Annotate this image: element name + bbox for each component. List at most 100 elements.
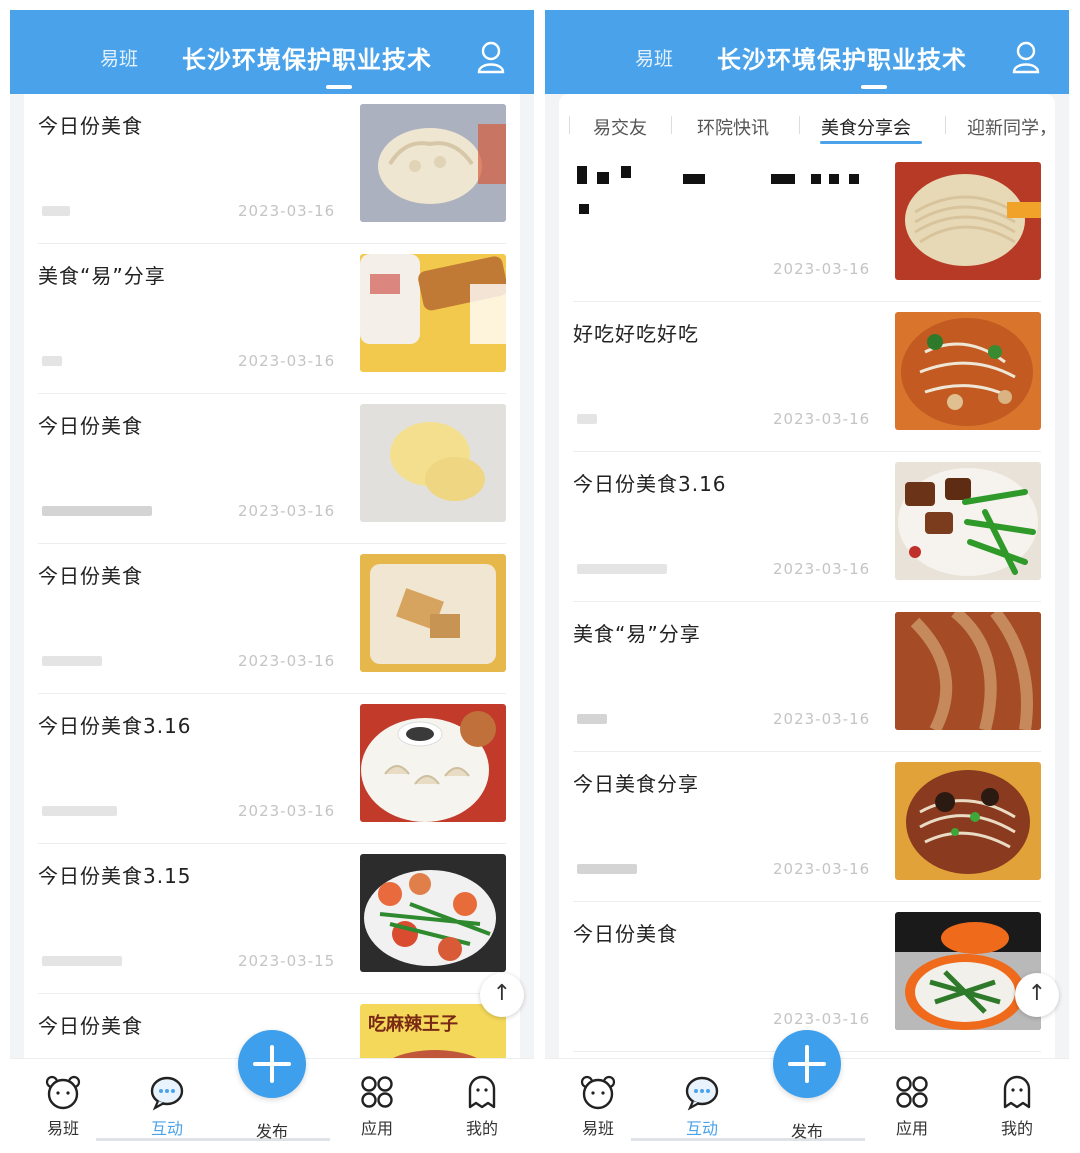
list-item[interactable]: 今日份美食3.16 2023-03-16 xyxy=(573,452,1041,602)
phone-screen-left: 易班 长沙环境保护职业技术 今日份美食 2023-03-16 美食“易”分享 2… xyxy=(10,10,534,1153)
post-title: 今日份美食3.16 xyxy=(38,714,192,738)
author-redacted xyxy=(42,956,122,966)
nav-label: 应用 xyxy=(895,1119,928,1138)
nav-label: 易班 xyxy=(46,1119,79,1138)
arrow-up-icon: ↑ xyxy=(492,981,512,1006)
list-item[interactable]: 今日份美食 2023-03-16 xyxy=(38,394,506,544)
post-thumbnail xyxy=(895,762,1041,880)
publish-label: 发布 xyxy=(255,1122,288,1141)
user-icon[interactable] xyxy=(1011,40,1041,74)
tab-divider xyxy=(671,116,672,134)
publish-button[interactable] xyxy=(773,1030,841,1098)
publish-button[interactable] xyxy=(238,1030,306,1098)
nav-label: 应用 xyxy=(360,1119,393,1138)
apps-grid-icon xyxy=(896,1076,928,1108)
active-tab-underline xyxy=(820,141,922,144)
nav-item-hudong[interactable]: 互动 xyxy=(132,1073,202,1139)
tab-welcome[interactable]: 迎新同学， xyxy=(967,114,1055,140)
top-header: 易班 长沙环境保护职业技术 xyxy=(10,10,534,94)
post-thumbnail xyxy=(360,554,506,672)
nav-item-yiban[interactable]: 易班 xyxy=(563,1073,633,1139)
category-tabs: 易交友 环院快讯 美食分享会 迎新同学， xyxy=(559,94,1055,152)
author-redacted xyxy=(42,806,117,816)
post-date: 2023-03-16 xyxy=(238,352,336,370)
publish-label: 发布 xyxy=(790,1122,823,1141)
bear-icon xyxy=(45,1075,81,1110)
header-tab-school[interactable]: 长沙环境保护职业技术 xyxy=(182,40,432,75)
nav-item-wode[interactable]: 我的 xyxy=(982,1073,1052,1139)
tab-food-share[interactable]: 美食分享会 xyxy=(821,114,911,140)
apps-grid-icon xyxy=(361,1076,393,1108)
post-thumbnail xyxy=(360,104,506,222)
list-item[interactable]: 今日份美食 2023-03-16 xyxy=(38,544,506,694)
post-date: 2023-03-16 xyxy=(773,710,871,728)
post-title: 今日份美食 xyxy=(38,1014,143,1038)
post-thumbnail xyxy=(360,254,506,372)
plus-icon xyxy=(253,1045,291,1083)
nav-item-yingyong[interactable]: 应用 xyxy=(342,1073,412,1139)
post-title: 今日份美食 xyxy=(573,922,678,946)
arrow-up-icon: ↑ xyxy=(1027,981,1047,1006)
post-title: 美食“易”分享 xyxy=(38,264,166,288)
post-title: 今日份美食 xyxy=(38,114,143,138)
post-date: 2023-03-16 xyxy=(773,1010,871,1028)
list-item[interactable]: 今日份美食3.16 2023-03-16 xyxy=(38,694,506,844)
post-title: 今日份美食3.16 xyxy=(573,472,727,496)
post-date: 2023-03-16 xyxy=(238,502,336,520)
back-to-top-button[interactable]: ↑ xyxy=(480,973,524,1017)
list-item[interactable]: 美食“易”分享 2023-03-16 xyxy=(38,244,506,394)
list-item[interactable]: 今日份美食 2023-03-16 xyxy=(38,94,506,244)
nav-label: 我的 xyxy=(465,1119,498,1138)
author-redacted xyxy=(42,206,70,216)
title-redacted xyxy=(577,166,859,214)
post-thumbnail xyxy=(895,462,1041,580)
post-date: 2023-03-16 xyxy=(238,652,336,670)
header-tab-yiban[interactable]: 易班 xyxy=(635,44,673,71)
chat-bubble-icon xyxy=(685,1076,719,1111)
tab-yijiaoyou[interactable]: 易交友 xyxy=(593,114,647,140)
nav-label: 我的 xyxy=(1000,1119,1033,1138)
post-date: 2023-03-15 xyxy=(238,952,336,970)
tab-divider xyxy=(945,116,946,134)
back-to-top-button[interactable]: ↑ xyxy=(1015,973,1059,1017)
list-item[interactable]: 2023-03-16 xyxy=(573,152,1041,302)
post-date: 2023-03-16 xyxy=(238,802,336,820)
post-thumbnail xyxy=(895,162,1041,280)
thumb-banner-text: 吃麻辣王子 xyxy=(368,1013,458,1035)
header-tab-school[interactable]: 长沙环境保护职业技术 xyxy=(717,40,967,75)
top-header: 易班 长沙环境保护职业技术 xyxy=(545,10,1069,94)
nav-item-wode[interactable]: 我的 xyxy=(447,1073,517,1139)
post-date: 2023-03-16 xyxy=(773,260,871,278)
post-title: 今日份美食 xyxy=(38,564,143,588)
post-list-area: 易交友 环院快讯 美食分享会 迎新同学， 2023-03-16 好吃好吃好吃 2… xyxy=(559,94,1055,1060)
author-redacted xyxy=(42,656,102,666)
post-thumbnail xyxy=(360,854,506,972)
post-title: 今日份美食3.15 xyxy=(38,864,192,888)
post-thumbnail xyxy=(895,612,1041,730)
post-thumbnail xyxy=(360,404,506,522)
header-tab-yiban[interactable]: 易班 xyxy=(100,44,138,71)
author-redacted xyxy=(577,564,667,574)
list-item[interactable]: 美食“易”分享 2023-03-16 xyxy=(573,602,1041,752)
nav-item-yiban[interactable]: 易班 xyxy=(28,1073,98,1139)
post-list-area: 今日份美食 2023-03-16 美食“易”分享 2023-03-16 今日份美… xyxy=(24,94,520,1060)
author-redacted xyxy=(577,414,597,424)
list-item[interactable]: 今日美食分享 2023-03-16 xyxy=(573,752,1041,902)
tab-huanyuan-news[interactable]: 环院快讯 xyxy=(697,114,769,140)
list-item[interactable]: 好吃好吃好吃 2023-03-16 xyxy=(573,302,1041,452)
tab-divider xyxy=(799,116,800,134)
list-item[interactable]: 今日份美食3.15 2023-03-15 xyxy=(38,844,506,994)
header-tab-indicator xyxy=(861,85,887,89)
post-date: 2023-03-16 xyxy=(773,410,871,428)
post-list: 2023-03-16 好吃好吃好吃 2023-03-16 今日份美食3.16 2… xyxy=(559,152,1055,1052)
post-date: 2023-03-16 xyxy=(773,860,871,878)
post-list: 今日份美食 2023-03-16 美食“易”分享 2023-03-16 今日份美… xyxy=(24,94,520,1060)
post-thumbnail xyxy=(895,312,1041,430)
header-tab-indicator xyxy=(326,85,352,89)
nav-item-hudong[interactable]: 互动 xyxy=(667,1073,737,1139)
post-date: 2023-03-16 xyxy=(238,202,336,220)
nav-item-yingyong[interactable]: 应用 xyxy=(877,1073,947,1139)
nav-label: 互动 xyxy=(150,1119,183,1138)
user-icon[interactable] xyxy=(476,40,506,74)
post-title: 美食“易”分享 xyxy=(573,622,701,646)
